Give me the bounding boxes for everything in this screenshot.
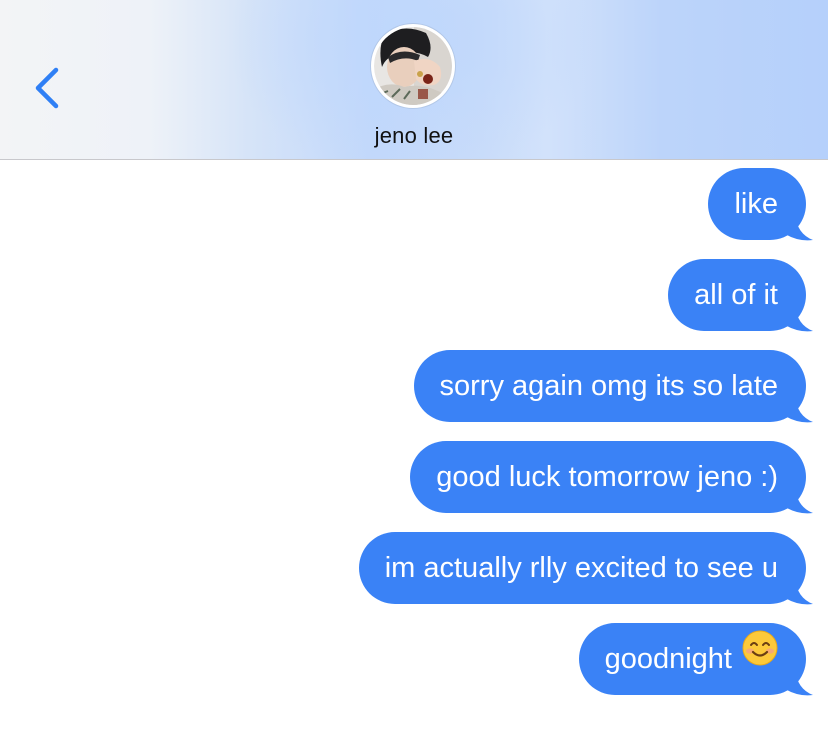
message-item: all of it bbox=[668, 259, 813, 332]
message-item: like bbox=[708, 168, 813, 241]
message-bubble[interactable]: sorry again omg its so late bbox=[413, 350, 806, 422]
message-text: goodnight bbox=[604, 643, 732, 675]
message-bubble[interactable]: good luck tomorrow jeno :) bbox=[410, 441, 806, 513]
message-text: all of it bbox=[694, 279, 778, 311]
message-text: good luck tomorrow jeno :) bbox=[436, 461, 778, 493]
smiling-face-emoji-icon bbox=[742, 621, 778, 693]
message-item: good luck tomorrow jeno :) bbox=[410, 441, 813, 514]
message-text: sorry again omg its so late bbox=[439, 370, 778, 402]
message-item: sorry again omg its so late bbox=[413, 350, 813, 423]
message-item: goodnight bbox=[578, 621, 813, 696]
message-item: im actually rlly excited to see u bbox=[358, 532, 813, 605]
message-text: im actually rlly excited to see u bbox=[384, 552, 778, 584]
message-bubble[interactable]: like bbox=[708, 168, 806, 240]
message-bubble[interactable]: all of it bbox=[668, 259, 806, 331]
message-bubble[interactable]: goodnight bbox=[578, 621, 806, 695]
message-text: like bbox=[734, 188, 778, 220]
message-bubble[interactable]: im actually rlly excited to see u bbox=[358, 532, 806, 604]
message-thread: like all of it sorry again omg its so la… bbox=[0, 0, 828, 734]
